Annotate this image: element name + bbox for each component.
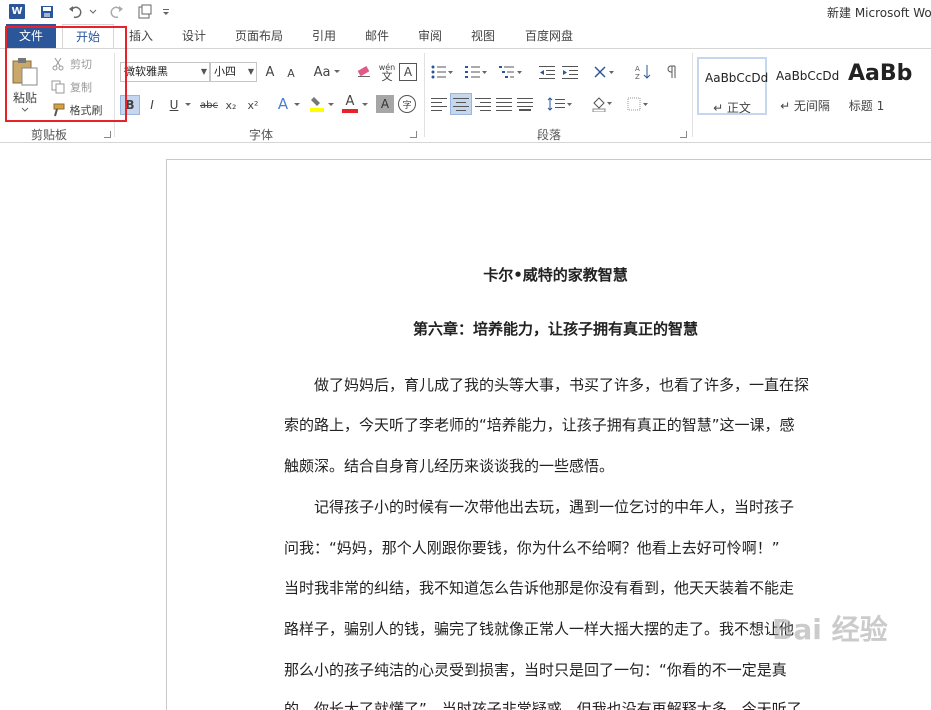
touch-mode-icon[interactable] <box>135 2 155 22</box>
text-effects-button[interactable]: A <box>274 94 292 114</box>
style-normal-name: ↵ 正文 <box>713 101 751 115</box>
svg-text:A: A <box>635 65 640 73</box>
align-right-icon[interactable] <box>474 95 492 113</box>
character-border-button[interactable]: A <box>399 63 417 81</box>
font-name-combo[interactable]: 微软雅黑 ▼ <box>120 62 210 82</box>
underline-button[interactable]: U <box>166 95 182 115</box>
redo-icon[interactable] <box>106 2 126 22</box>
font-size-dropdown-icon[interactable]: ▼ <box>248 63 254 81</box>
shading-icon[interactable] <box>590 95 616 113</box>
tab-references[interactable]: 引用 <box>308 24 340 48</box>
clipboard-group-label: 剪贴板 <box>31 128 68 142</box>
style-no-spacing-name: ↵ 无间隔 <box>780 99 830 113</box>
window-title: 新建 Microsoft Wo <box>827 6 931 20</box>
enclose-characters-button[interactable]: 字 <box>398 95 416 113</box>
style-normal[interactable]: AaBbCcDd ↵ 正文 <box>697 57 769 115</box>
tab-design[interactable]: 设计 <box>178 24 210 48</box>
style-heading-1[interactable]: AaBb 标题 1 <box>842 57 931 115</box>
tab-page-layout[interactable]: 页面布局 <box>231 24 287 48</box>
highlight-dropdown-icon[interactable] <box>327 95 335 115</box>
font-launcher-icon[interactable] <box>410 131 417 138</box>
document-line[interactable]: 触颇深。结合自身育儿经历来谈谈我的一些感悟。 <box>284 455 827 476</box>
style-heading-1-name: 标题 1 <box>848 99 885 113</box>
character-shading-button[interactable]: A <box>376 95 394 113</box>
align-center-icon[interactable] <box>450 93 472 115</box>
paragraph-launcher-icon[interactable] <box>680 131 687 138</box>
font-color-button[interactable]: A <box>341 94 359 114</box>
style-normal-sample: AaBbCcDd <box>705 71 769 85</box>
document-subtitle[interactable]: 第六章：培养能力，让孩子拥有真正的智慧 <box>284 318 827 339</box>
document-line[interactable]: 索的路上，今天听了李老师的“培养能力，让孩子拥有真正的智慧”这一课，感 <box>284 414 827 435</box>
text-effects-dropdown-icon[interactable] <box>293 95 301 115</box>
tab-view[interactable]: 视图 <box>467 24 499 48</box>
style-heading-1-sample: AaBb <box>848 61 913 86</box>
title-bar: W 新建 Microsoft Wo <box>0 0 931 24</box>
document-line[interactable]: 当时我非常的纠结，我不知道怎么告诉他那是你没有看到，他天天装着不能走 <box>284 577 827 598</box>
tab-mailings[interactable]: 邮件 <box>361 24 393 48</box>
sort-icon[interactable]: AZ <box>634 63 652 81</box>
italic-button[interactable]: I <box>144 95 160 115</box>
page-top-edge <box>166 159 931 160</box>
ribbon-tabs: 文件 开始 插入 设计 页面布局 引用 邮件 审阅 视图 百度网盘 <box>0 24 931 49</box>
line-spacing-icon[interactable] <box>546 95 574 113</box>
phonetic-guide-char: 文 <box>381 70 393 83</box>
justify-icon[interactable] <box>495 95 513 113</box>
document-line[interactable]: 路样子，骗别人的钱，骗完了钱就像正常人一样大摇大摆的走了。我不想让他 <box>284 618 827 639</box>
show-marks-icon[interactable] <box>665 63 679 81</box>
clipboard-launcher-icon[interactable] <box>104 131 111 138</box>
undo-dropdown-icon[interactable] <box>88 2 98 22</box>
font-color-bar <box>342 109 358 113</box>
svg-text:Z: Z <box>635 73 640 80</box>
highlight-color-icon[interactable] <box>308 94 326 114</box>
font-group-label: 字体 <box>249 128 274 142</box>
multilevel-list-icon[interactable] <box>498 63 524 81</box>
align-left-icon[interactable] <box>430 95 448 113</box>
document-line[interactable]: 的，你长大了就懂了”。当时孩子非常疑惑，但我也没有再解释太多。今天听了 <box>284 698 827 710</box>
font-name-dropdown-icon[interactable]: ▼ <box>201 63 207 81</box>
baidu-watermark: Bai 经验 <box>772 613 888 646</box>
group-divider <box>424 53 425 137</box>
ribbon: 粘贴 剪切 复制 格式刷 剪贴板 微软雅黑 ▼ 小四 ▼ A A Aa wén … <box>0 48 931 143</box>
superscript-button[interactable]: x² <box>244 95 262 115</box>
style-no-spacing[interactable]: AaBbCcDd ↵ 无间隔 <box>770 57 840 115</box>
borders-icon[interactable] <box>626 95 652 113</box>
tab-insert[interactable]: 插入 <box>126 24 156 48</box>
change-case-dropdown-icon[interactable] <box>333 63 341 81</box>
document-line[interactable]: 问我：“妈妈，那个人刚跟你要钱，你为什么不给啊？他看上去好可怜啊！” <box>284 537 827 558</box>
document-line[interactable]: 记得孩子小的时候有一次带他出去玩，遇到一位乞讨的中年人，当时孩子 <box>284 496 827 517</box>
grow-font-icon[interactable]: A <box>262 63 278 81</box>
word-logo-icon[interactable]: W <box>9 4 25 19</box>
underline-dropdown-icon[interactable] <box>184 95 192 115</box>
undo-icon[interactable] <box>66 2 86 22</box>
increase-indent-icon[interactable] <box>561 63 579 81</box>
strikethrough-button[interactable]: abc <box>198 95 220 115</box>
font-size-combo[interactable]: 小四 ▼ <box>210 62 257 82</box>
clear-formatting-icon[interactable] <box>355 63 373 81</box>
decrease-indent-icon[interactable] <box>538 63 556 81</box>
save-icon[interactable] <box>38 2 56 22</box>
group-divider <box>692 53 693 137</box>
paragraph-group-label: 段落 <box>537 128 562 142</box>
font-name-value: 微软雅黑 <box>124 65 168 78</box>
document-line[interactable]: 做了妈妈后，育儿成了我的头等大事，书买了许多，也看了许多，一直在探 <box>284 374 827 395</box>
font-color-glyph: A <box>345 94 355 109</box>
phonetic-guide-button[interactable]: wén 文 <box>376 61 398 83</box>
style-no-spacing-sample: AaBbCcDd <box>776 69 840 83</box>
tab-review[interactable]: 审阅 <box>414 24 446 48</box>
numbering-icon[interactable] <box>464 63 488 81</box>
bullets-icon[interactable] <box>430 63 454 81</box>
document-title[interactable]: 卡尔•威特的家教智慧 <box>284 264 827 285</box>
shrink-font-icon[interactable]: A <box>284 65 298 81</box>
chinese-layout-icon[interactable] <box>592 63 618 81</box>
font-size-value: 小四 <box>214 65 236 78</box>
font-color-dropdown-icon[interactable] <box>361 95 369 115</box>
tab-baidu-netdisk[interactable]: 百度网盘 <box>520 24 578 48</box>
red-highlight-box <box>5 26 127 122</box>
page-left-edge <box>166 159 167 710</box>
change-case-button[interactable]: Aa <box>312 63 332 81</box>
subscript-button[interactable]: x₂ <box>222 95 240 115</box>
customize-qat-icon[interactable] <box>160 2 172 22</box>
document-line[interactable]: 那么小的孩子纯洁的心灵受到损害，当时只是回了一句：“你看的不一定是真 <box>284 659 827 680</box>
distributed-icon[interactable] <box>516 95 534 113</box>
